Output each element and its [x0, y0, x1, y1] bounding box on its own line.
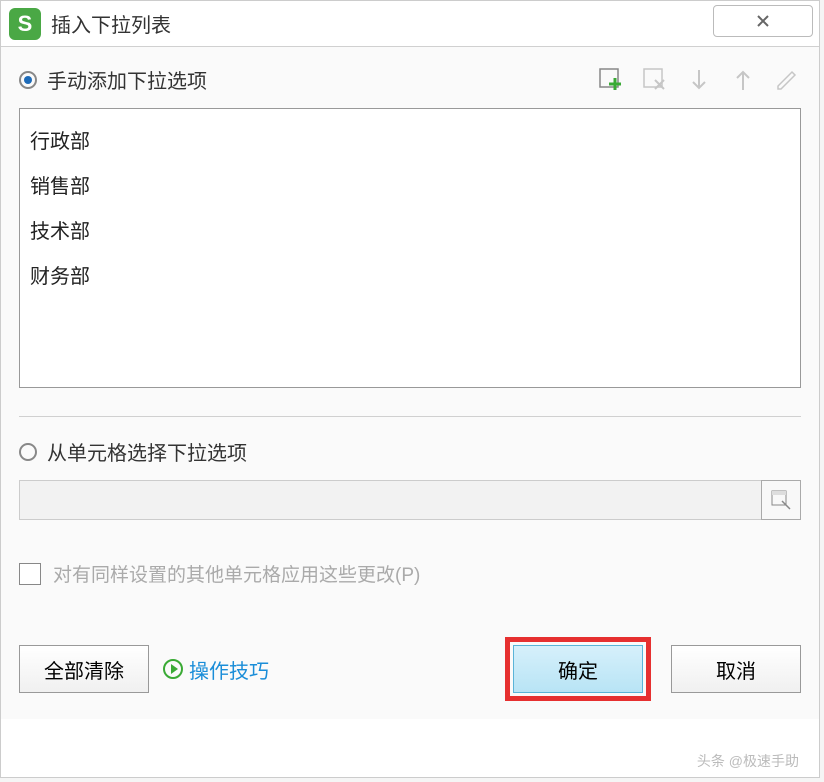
footer-left: 全部清除 操作技巧 — [19, 645, 269, 693]
dropdown-items-list[interactable]: 行政部 销售部 技术部 财务部 — [19, 108, 801, 388]
range-picker-icon — [770, 489, 792, 511]
edit-item-button[interactable] — [773, 66, 801, 94]
select-range-button[interactable] — [761, 480, 801, 520]
list-item[interactable]: 技术部 — [30, 207, 790, 252]
delete-icon — [642, 67, 668, 93]
manual-option-row: 手动添加下拉选项 — [19, 65, 801, 94]
apply-checkbox-label: 对有同样设置的其他单元格应用这些更改(P) — [53, 560, 420, 587]
tips-label: 操作技巧 — [189, 655, 269, 684]
clear-all-button[interactable]: 全部清除 — [19, 645, 149, 693]
apply-checkbox[interactable] — [19, 563, 41, 585]
cell-select-section: 从单元格选择下拉选项 — [19, 437, 801, 520]
radio-manual-label: 手动添加下拉选项 — [47, 65, 207, 94]
pencil-icon — [775, 68, 799, 92]
add-item-button[interactable] — [597, 66, 625, 94]
play-icon — [163, 659, 183, 679]
radio-cells-group[interactable]: 从单元格选择下拉选项 — [19, 437, 801, 466]
radio-manual-group[interactable]: 手动添加下拉选项 — [19, 65, 207, 94]
insert-dropdown-dialog: S 插入下拉列表 手动添加下拉选项 — [0, 0, 820, 778]
dialog-content: 手动添加下拉选项 行政部 — [1, 47, 819, 719]
dialog-title: 插入下拉列表 — [51, 9, 171, 38]
watermark: 头条 @极速手助 — [697, 751, 799, 771]
list-item[interactable]: 行政部 — [30, 117, 790, 162]
divider — [19, 416, 801, 417]
ok-button[interactable]: 确定 — [513, 645, 643, 693]
delete-item-button[interactable] — [641, 66, 669, 94]
footer-right: 确定 取消 — [505, 637, 801, 701]
cell-range-input[interactable] — [19, 480, 762, 520]
move-up-button[interactable] — [729, 66, 757, 94]
tips-link[interactable]: 操作技巧 — [163, 655, 269, 684]
list-toolbar — [597, 66, 801, 94]
arrow-down-icon — [689, 68, 709, 92]
radio-from-cells[interactable] — [19, 443, 37, 461]
arrow-up-icon — [733, 68, 753, 92]
close-icon — [754, 12, 772, 30]
cell-range-row — [19, 480, 801, 520]
move-down-button[interactable] — [685, 66, 713, 94]
add-icon — [598, 67, 624, 93]
cancel-button[interactable]: 取消 — [671, 645, 801, 693]
close-button[interactable] — [713, 5, 813, 37]
ok-highlight: 确定 — [505, 637, 651, 701]
titlebar: S 插入下拉列表 — [1, 1, 819, 47]
dialog-footer: 全部清除 操作技巧 确定 取消 — [19, 627, 801, 701]
radio-cells-label: 从单元格选择下拉选项 — [47, 437, 247, 466]
list-item[interactable]: 销售部 — [30, 162, 790, 207]
radio-manual[interactable] — [19, 71, 37, 89]
list-item[interactable]: 财务部 — [30, 252, 790, 297]
app-icon: S — [9, 8, 41, 40]
apply-to-cells-row[interactable]: 对有同样设置的其他单元格应用这些更改(P) — [19, 560, 801, 587]
